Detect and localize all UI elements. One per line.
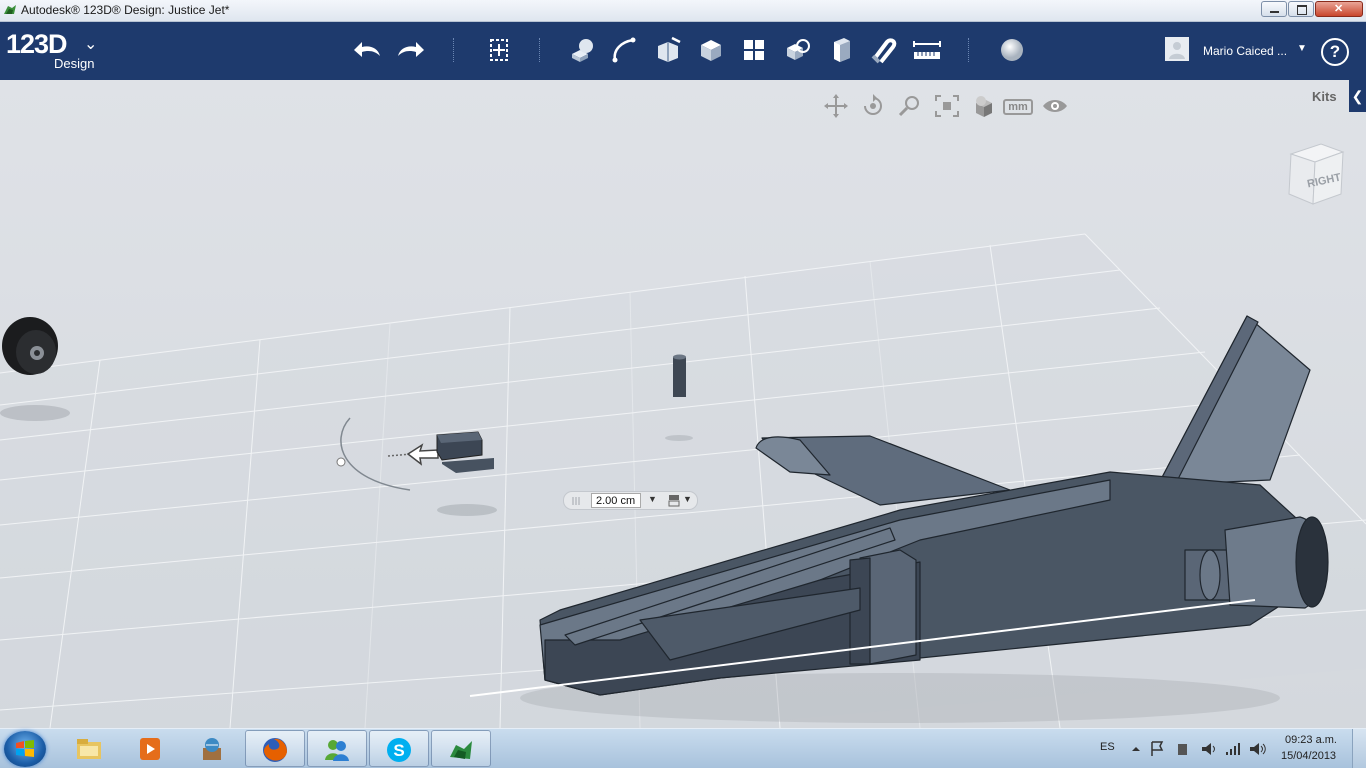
primitives-icon[interactable]: [564, 32, 600, 68]
start-button[interactable]: [4, 731, 46, 767]
modify-icon[interactable]: [693, 32, 729, 68]
kits-label[interactable]: Kits: [1312, 89, 1337, 104]
taskbar-control-panel[interactable]: [183, 730, 243, 767]
system-tray[interactable]: [1128, 740, 1268, 758]
firefox-icon: [263, 738, 287, 762]
toolbar-separator: [539, 38, 541, 62]
combine-icon[interactable]: [822, 32, 858, 68]
taskbar-messenger[interactable]: [307, 730, 367, 767]
windows-explorer-icon: [77, 739, 101, 759]
show-desktop-button[interactable]: [1352, 729, 1366, 768]
help-button[interactable]: ?: [1321, 38, 1349, 66]
zoom-icon[interactable]: [895, 93, 925, 119]
language-indicator[interactable]: ES: [1100, 741, 1115, 753]
taskbar-explorer[interactable]: [60, 730, 120, 767]
snap-caret-icon[interactable]: ▼: [683, 494, 692, 504]
123d-design-icon: [450, 741, 472, 759]
transform-icon[interactable]: [481, 32, 517, 68]
taskbar-firefox[interactable]: [245, 730, 305, 767]
caret-down-icon[interactable]: ▼: [1297, 43, 1307, 54]
grouping-icon[interactable]: [779, 32, 815, 68]
clock-date[interactable]: 15/04/2013: [1281, 750, 1336, 762]
toolbar-separator: [453, 38, 455, 62]
view-cube[interactable]: RIGHT: [1285, 142, 1349, 212]
orbit-icon[interactable]: [858, 93, 888, 119]
taskbar-123d-design[interactable]: [431, 730, 491, 767]
kits-panel-toggle[interactable]: ❮: [1349, 80, 1366, 112]
construct-icon[interactable]: [650, 32, 686, 68]
3d-viewport[interactable]: mm Kits ❮ RIGHT 2.00 cm ▼ ▼: [0, 80, 1366, 728]
windows-logo-icon: [16, 740, 34, 757]
close-button[interactable]: [1315, 1, 1363, 17]
svg-text:S: S: [393, 741, 404, 760]
undo-icon[interactable]: [350, 32, 386, 68]
messenger-icon: [325, 740, 349, 761]
fit-icon[interactable]: [932, 93, 962, 119]
dimension-input: 2.00 cm ▼ ▼: [563, 491, 698, 510]
control-panel-icon: [203, 738, 221, 760]
title-bar: Autodesk® 123D® Design: Justice Jet*: [0, 0, 1366, 22]
window-title: Autodesk® 123D® Design: Justice Jet*: [21, 3, 230, 17]
taskbar-skype[interactable]: S: [369, 730, 429, 767]
dimension-caret-icon[interactable]: ▼: [648, 494, 657, 504]
skype-icon: S: [387, 738, 411, 762]
grip-icon: [572, 497, 580, 505]
pan-icon[interactable]: [821, 93, 851, 119]
app-logo-subtitle: Design: [54, 56, 95, 71]
units-button[interactable]: mm: [1003, 99, 1033, 115]
scene-canvas[interactable]: [0, 80, 1366, 728]
taskbar: S ES 09:23 a.m. 15/04/2013: [0, 728, 1366, 768]
view-mode-icon[interactable]: [969, 93, 999, 119]
snap-icon[interactable]: [865, 32, 901, 68]
toolbar-separator: [968, 38, 970, 62]
material-icon[interactable]: [994, 32, 1030, 68]
redo-icon[interactable]: [392, 32, 428, 68]
snap-toggle-icon[interactable]: [668, 494, 680, 507]
avatar[interactable]: [1165, 37, 1189, 61]
clock-time[interactable]: 09:23 a.m.: [1285, 734, 1337, 746]
media-player-icon: [140, 738, 160, 760]
user-name[interactable]: Mario Caiced ...: [1203, 44, 1287, 58]
visibility-icon[interactable]: [1040, 93, 1070, 119]
app-icon: [4, 5, 16, 14]
measure-icon[interactable]: [909, 32, 945, 68]
chevron-down-icon[interactable]: ⌄: [84, 34, 97, 54]
taskbar-media-player[interactable]: [121, 730, 181, 767]
dimension-value-field[interactable]: 2.00 cm: [591, 493, 641, 508]
maximize-button[interactable]: [1288, 1, 1314, 17]
minimize-button[interactable]: [1261, 1, 1287, 17]
sketch-icon[interactable]: [607, 32, 643, 68]
pattern-icon[interactable]: [736, 32, 772, 68]
main-toolbar: 123D ⌄ Design Mario Caiced ... ▼ ?: [0, 22, 1366, 80]
